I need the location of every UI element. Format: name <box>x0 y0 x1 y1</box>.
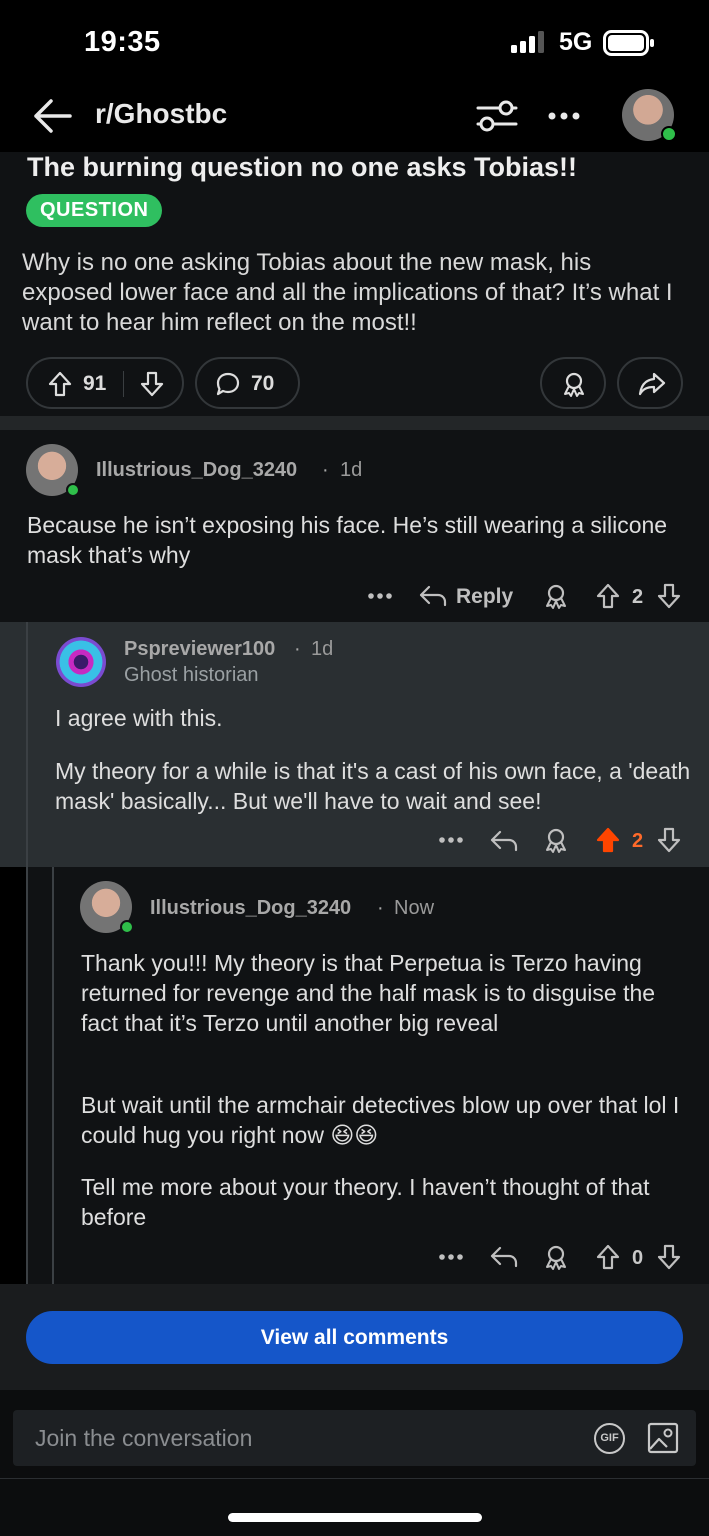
award-icon <box>560 370 588 398</box>
post-upvote-count: 91 <box>83 372 107 395</box>
reply-arrow-icon[interactable] <box>418 583 448 609</box>
user-flair: Ghost historian <box>124 664 259 686</box>
downvote-icon[interactable] <box>657 583 681 609</box>
comment-body-paragraph: My theory for a while is that it's a cas… <box>55 758 691 814</box>
divider <box>0 1478 709 1479</box>
reply-arrow-icon[interactable] <box>489 1244 519 1270</box>
thread-line[interactable] <box>52 867 54 1284</box>
comment-composer-input[interactable]: Join the conversation GIF <box>13 1410 696 1466</box>
meta-separator: · <box>322 459 329 481</box>
reply-arrow-icon[interactable] <box>489 828 519 854</box>
comment-body-paragraph: Thank you!!! My theory is that Perpetua … <box>81 950 656 1036</box>
comment-body: Because he isn’t exposing his face. He’s… <box>27 512 668 568</box>
downvote-icon[interactable] <box>140 371 164 397</box>
share-icon <box>638 371 666 397</box>
comment-score: 0 <box>632 1247 644 1269</box>
online-status-indicator <box>120 920 134 934</box>
comment-body-paragraph: But wait until the armchair detectives b… <box>81 1092 680 1148</box>
upvote-icon[interactable] <box>596 1244 620 1270</box>
upvote-icon[interactable] <box>48 371 72 397</box>
back-arrow-icon[interactable] <box>32 95 74 137</box>
top-navigation-bar: r/Ghostbc <box>0 80 709 152</box>
post-title: The burning question no one asks Tobias!… <box>27 152 578 182</box>
comment-body-paragraph: I agree with this. <box>55 705 223 731</box>
comment-author[interactable]: Pspreviewer100 <box>124 638 275 661</box>
award-icon[interactable] <box>542 1243 570 1271</box>
comment-body-paragraph: Tell me more about your theory. I haven’… <box>81 1174 650 1230</box>
comment-timestamp: 1d <box>340 459 363 481</box>
post-share-button[interactable] <box>617 357 683 409</box>
comment-more-icon[interactable] <box>437 1245 465 1269</box>
status-bar: 19:35 5G <box>0 0 709 80</box>
image-upload-icon[interactable] <box>647 1422 679 1454</box>
meta-separator: · <box>294 638 301 660</box>
network-type: 5G <box>559 28 593 56</box>
section-divider <box>0 416 709 430</box>
meta-separator: · <box>377 897 384 919</box>
comment-timestamp: 1d <box>311 638 334 660</box>
award-icon[interactable] <box>542 826 570 854</box>
composer-placeholder: Join the conversation <box>35 1425 253 1451</box>
post-award-button[interactable] <box>540 357 606 409</box>
comment-author[interactable]: Illustrious_Dog_3240 <box>96 459 297 482</box>
upvote-icon[interactable] <box>596 583 620 609</box>
comment-score: 2 <box>632 830 644 852</box>
signal-icon <box>511 31 549 53</box>
sort-filter-icon[interactable] <box>475 96 519 136</box>
comment-bubble-icon <box>215 371 241 397</box>
more-options-icon[interactable] <box>544 96 584 136</box>
subreddit-title[interactable]: r/Ghostbc <box>95 98 227 130</box>
reply-button[interactable]: Reply <box>456 585 513 609</box>
post-flair-badge[interactable]: QUESTION <box>26 194 163 227</box>
vote-divider <box>123 371 124 397</box>
downvote-icon[interactable] <box>657 1244 681 1270</box>
comment-author[interactable]: Illustrious_Dog_3240 <box>150 897 351 920</box>
award-icon[interactable] <box>542 582 570 610</box>
post-body: Why is no one asking Tobias about the ne… <box>22 249 673 336</box>
battery-icon <box>603 30 655 56</box>
online-status-indicator <box>661 126 677 142</box>
comment-more-icon[interactable] <box>437 828 465 852</box>
home-indicator[interactable] <box>228 1513 482 1522</box>
comment-more-icon[interactable] <box>366 584 394 608</box>
post-comment-count: 70 <box>251 372 275 395</box>
post-vote-control: 91 <box>26 357 184 409</box>
gif-icon[interactable]: GIF <box>594 1423 625 1454</box>
view-all-comments-button[interactable]: View all comments <box>26 1311 683 1364</box>
online-status-indicator <box>66 483 80 497</box>
status-time: 19:35 <box>84 26 161 58</box>
post-card: The burning question no one asks Tobias!… <box>0 152 709 416</box>
downvote-icon[interactable] <box>657 827 681 853</box>
comment-score: 2 <box>632 586 644 608</box>
post-comments-button[interactable]: 70 <box>195 357 300 409</box>
comment-timestamp: Now <box>394 897 435 919</box>
upvote-icon-active[interactable] <box>596 827 620 853</box>
commenter-avatar[interactable] <box>56 637 106 687</box>
